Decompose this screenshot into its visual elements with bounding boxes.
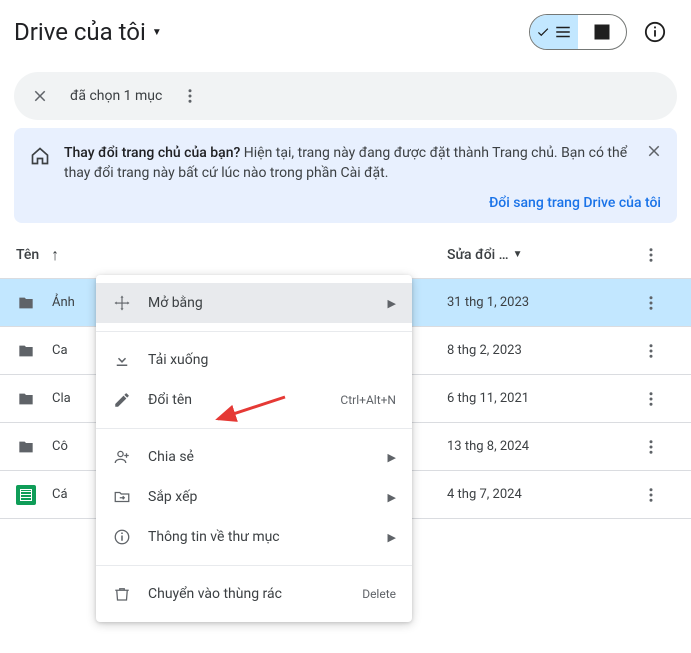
grid-view-button[interactable] [578,15,626,49]
file-name: Ảnh [52,295,75,310]
sort-arrow-up-icon: ↑ [51,245,59,265]
row-date: 6 thg 11, 2021 [447,391,627,406]
file-name: Cla [52,391,71,406]
homepage-banner: Thay đổi trang chủ của bạn? Hiện tại, tr… [14,128,677,223]
list-icon [554,23,572,41]
row-more-button[interactable] [627,294,675,312]
submenu-arrow-icon: ▶ [388,297,396,310]
menu-label: Tải xuống [148,352,396,368]
file-name: Cá [52,487,68,502]
view-toggle [529,14,627,50]
check-icon [536,25,550,39]
open-arrows-icon [112,294,132,312]
row-more-button[interactable] [627,486,675,504]
trash-icon [112,585,132,603]
menu-label: Mở bằng [148,295,372,311]
close-icon [645,142,663,160]
selection-bar: đã chọn 1 mục [14,72,677,120]
file-name: Cô [52,439,68,454]
row-date: 31 thg 1, 2023 [447,295,627,310]
row-date: 8 thg 2, 2023 [447,343,627,358]
selection-count: đã chọn 1 mục [70,88,162,104]
selection-more-button[interactable] [170,76,210,116]
banner-action-link[interactable]: Đổi sang trang Drive của tôi [489,195,661,211]
column-name-header[interactable]: Tên ↑ [16,245,447,265]
menu-rename[interactable]: Đổi tên Ctrl+Alt+N [96,380,412,420]
menu-label: Đổi tên [148,392,324,408]
page-title: Drive của tôi [14,18,146,46]
submenu-arrow-icon: ▶ [388,531,396,544]
file-name: Ca [52,343,68,358]
clear-selection-button[interactable] [22,78,58,114]
home-icon [30,146,50,183]
folder-move-icon [112,488,132,506]
more-vert-icon [642,342,660,360]
sheets-icon [16,485,36,505]
folder-icon [16,343,36,359]
column-date-header[interactable]: Sửa đổi … ▼ [447,247,627,263]
submenu-arrow-icon: ▶ [388,451,396,464]
menu-label: Sắp xếp [148,489,372,505]
row-more-button[interactable] [627,342,675,360]
menu-organize[interactable]: Sắp xếp ▶ [96,477,412,517]
menu-label: Chia sẻ [148,449,372,465]
caret-down-icon: ▼ [152,27,162,38]
menu-divider [96,428,412,429]
person-add-icon [112,448,132,466]
banner-text: Thay đổi trang chủ của bạn? Hiện tại, tr… [64,144,661,183]
more-vert-icon [642,294,660,312]
table-header: Tên ↑ Sửa đổi … ▼ [0,231,691,279]
row-date: 4 thg 7, 2024 [447,487,627,502]
row-date: 13 thg 8, 2024 [447,439,627,454]
page-header: Drive của tôi ▼ [0,0,691,64]
info-button[interactable] [635,12,675,52]
folder-icon [16,391,36,407]
more-vert-icon [642,390,660,408]
menu-shortcut: Delete [362,587,396,601]
grid-icon [593,23,611,41]
caret-down-icon: ▼ [513,249,523,260]
folder-icon [16,295,36,311]
menu-divider [96,565,412,566]
menu-shortcut: Ctrl+Alt+N [340,393,396,407]
menu-open-with[interactable]: Mở bằng ▶ [96,283,412,323]
list-view-button[interactable] [530,15,578,49]
banner-close-button[interactable] [645,142,663,160]
col-date-label: Sửa đổi … [447,247,509,263]
context-menu: Mở bằng ▶ Tải xuống Đổi tên Ctrl+Alt+N C… [96,275,412,622]
menu-trash[interactable]: Chuyển vào thùng rác Delete [96,574,412,614]
col-name-label: Tên [16,247,39,263]
folder-icon [16,439,36,455]
column-menu-header[interactable] [627,246,675,264]
header-controls [529,12,675,52]
submenu-arrow-icon: ▶ [388,491,396,504]
download-icon [112,351,132,369]
row-more-button[interactable] [627,438,675,456]
menu-divider [96,331,412,332]
info-icon [112,528,132,546]
drive-title-dropdown[interactable]: Drive của tôi ▼ [14,18,162,46]
close-icon [31,87,49,105]
edit-icon [112,391,132,409]
banner-bold: Thay đổi trang chủ của bạn? [64,145,240,161]
menu-label: Thông tin về thư mục [148,529,372,545]
info-icon [644,21,666,43]
menu-folder-info[interactable]: Thông tin về thư mục ▶ [96,517,412,557]
menu-download[interactable]: Tải xuống [96,340,412,380]
row-more-button[interactable] [627,390,675,408]
more-vert-icon [181,87,199,105]
menu-label: Chuyển vào thùng rác [148,586,346,602]
more-vert-icon [642,246,660,264]
more-vert-icon [642,486,660,504]
more-vert-icon [642,438,660,456]
menu-share[interactable]: Chia sẻ ▶ [96,437,412,477]
